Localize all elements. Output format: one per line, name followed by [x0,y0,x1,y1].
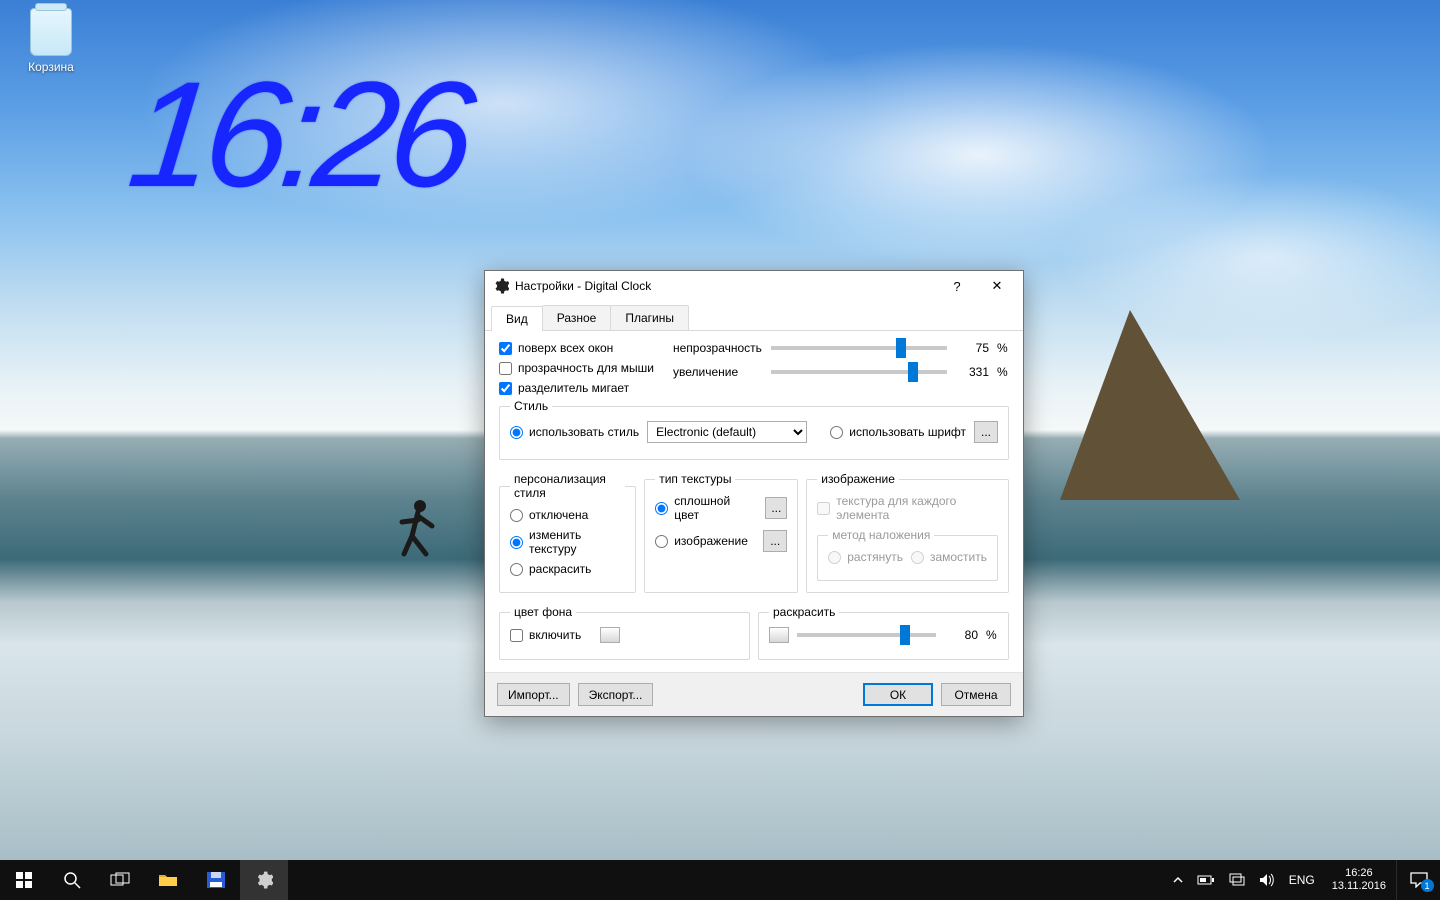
style-subgroups: персонализация стиля отключена изменить … [499,468,1009,593]
close-button[interactable]: ✕ [977,272,1017,300]
tab-panel-view: поверх всех окон прозрачность для мыши р… [485,331,1023,672]
export-button[interactable]: Экспорт... [578,683,654,706]
personalization-group: персонализация стиля отключена изменить … [499,472,636,593]
tray-clock[interactable]: 16:26 13.11.2016 [1322,867,1396,893]
notification-icon [1410,872,1428,888]
radio-change-texture[interactable]: изменить текстуру [510,528,625,556]
search-button[interactable] [48,860,96,900]
taskbar-app-settings[interactable] [240,860,288,900]
settings-dialog: Настройки - Digital Clock ? ✕ Вид Разное… [484,270,1024,717]
radio-texture-image[interactable]: изображение ... [655,530,787,552]
bg-color-chip[interactable] [600,627,620,643]
task-view-icon [110,872,130,888]
texture-type-group: тип текстуры сплошной цвет ... изображен… [644,472,798,593]
checkbox-bg-enable[interactable]: включить [510,627,739,643]
search-icon [63,871,81,889]
recycle-bin-icon [30,8,72,56]
font-more-button[interactable]: ... [974,421,998,443]
opacity-label: непрозрачность [673,341,763,355]
titlebar[interactable]: Настройки - Digital Clock ? ✕ [485,271,1023,301]
radio-colorize[interactable]: раскрасить [510,562,625,576]
bottom-subgroups: цвет фона включить раскрасить 80 % [499,601,1009,660]
import-button[interactable]: Импорт... [497,683,570,706]
tray-chevron[interactable] [1166,860,1190,900]
folder-icon [158,872,178,888]
tray-network[interactable] [1222,860,1252,900]
radio-solid-color[interactable]: сплошной цвет ... [655,494,787,522]
task-view-button[interactable] [96,860,144,900]
ok-button[interactable]: ОК [863,683,933,706]
image-group: изображение текстура для каждого элемент… [806,472,1009,593]
battery-icon [1197,874,1215,886]
wallpaper-runner [384,496,444,586]
checkbox-stay-on-top[interactable]: поверх всех окон [499,341,655,355]
style-group: Стиль использовать стиль Electronic (def… [499,399,1009,460]
tray-language[interactable]: ENG [1282,860,1322,900]
radio-stretch: растянуть [828,550,903,564]
gear-icon [493,278,509,294]
colorize-group: раскрасить 80 % [758,605,1009,660]
disk-icon [206,871,226,889]
checkbox-separator-blinks[interactable]: разделитель мигает [499,381,655,395]
colorize-chip[interactable] [769,627,789,643]
taskbar: ENG 16:26 13.11.2016 [0,860,1440,900]
recycle-bin-label: Корзина [28,60,74,74]
zoom-value: 331 [955,365,989,379]
window-title: Настройки - Digital Clock [515,279,937,293]
cancel-button[interactable]: Отмена [941,683,1011,706]
recycle-bin[interactable]: Корзина [12,8,90,74]
checkbox-per-element: текстура для каждого элемента [817,494,998,522]
solid-color-more[interactable]: ... [765,497,787,519]
opacity-slider[interactable] [771,346,947,350]
desktop: Корзина 16:26 Настройки - Digital Clock … [0,0,1440,860]
tray-date: 13.11.2016 [1332,880,1386,893]
volume-icon [1259,873,1275,887]
radio-personalization-off[interactable]: отключена [510,508,625,522]
file-explorer-button[interactable] [144,860,192,900]
radio-use-style[interactable]: использовать стиль [510,425,639,439]
help-button[interactable]: ? [937,272,977,300]
tray-time: 16:26 [1332,867,1386,880]
radio-use-font[interactable]: использовать шрифт [830,425,966,439]
digital-clock-widget[interactable]: 16:26 [120,48,475,232]
style-select[interactable]: Electronic (default) [647,421,807,443]
zoom-slider[interactable] [771,370,947,374]
start-button[interactable] [0,860,48,900]
tab-view[interactable]: Вид [491,306,543,331]
action-center-button[interactable] [1396,860,1440,900]
taskbar-app-1[interactable] [192,860,240,900]
radio-tile: замостить [911,550,987,564]
gear-icon [255,871,273,889]
clock-widget-time: 16:26 [122,50,475,218]
system-tray: ENG 16:26 13.11.2016 [1166,860,1440,900]
colorize-slider[interactable] [797,633,936,637]
network-icon [1229,873,1245,887]
tab-plugins[interactable]: Плагины [610,305,689,330]
tray-volume[interactable] [1252,860,1282,900]
dialog-button-bar: Импорт... Экспорт... ОК Отмена [485,672,1023,716]
blend-method-group: метод наложения растянуть замостить [817,528,998,581]
wallpaper-rock [1060,310,1240,500]
tab-misc[interactable]: Разное [542,305,612,330]
windows-icon [16,872,32,888]
texture-image-more[interactable]: ... [763,530,787,552]
opacity-value: 75 [955,341,989,355]
bg-color-group: цвет фона включить [499,605,750,660]
tabs: Вид Разное Плагины [485,305,1023,331]
tray-battery[interactable] [1190,860,1222,900]
zoom-label: увеличение [673,365,763,379]
chevron-up-icon [1173,875,1183,885]
checkbox-mouse-transparency[interactable]: прозрачность для мыши [499,361,655,375]
colorize-value: 80 [944,628,978,642]
